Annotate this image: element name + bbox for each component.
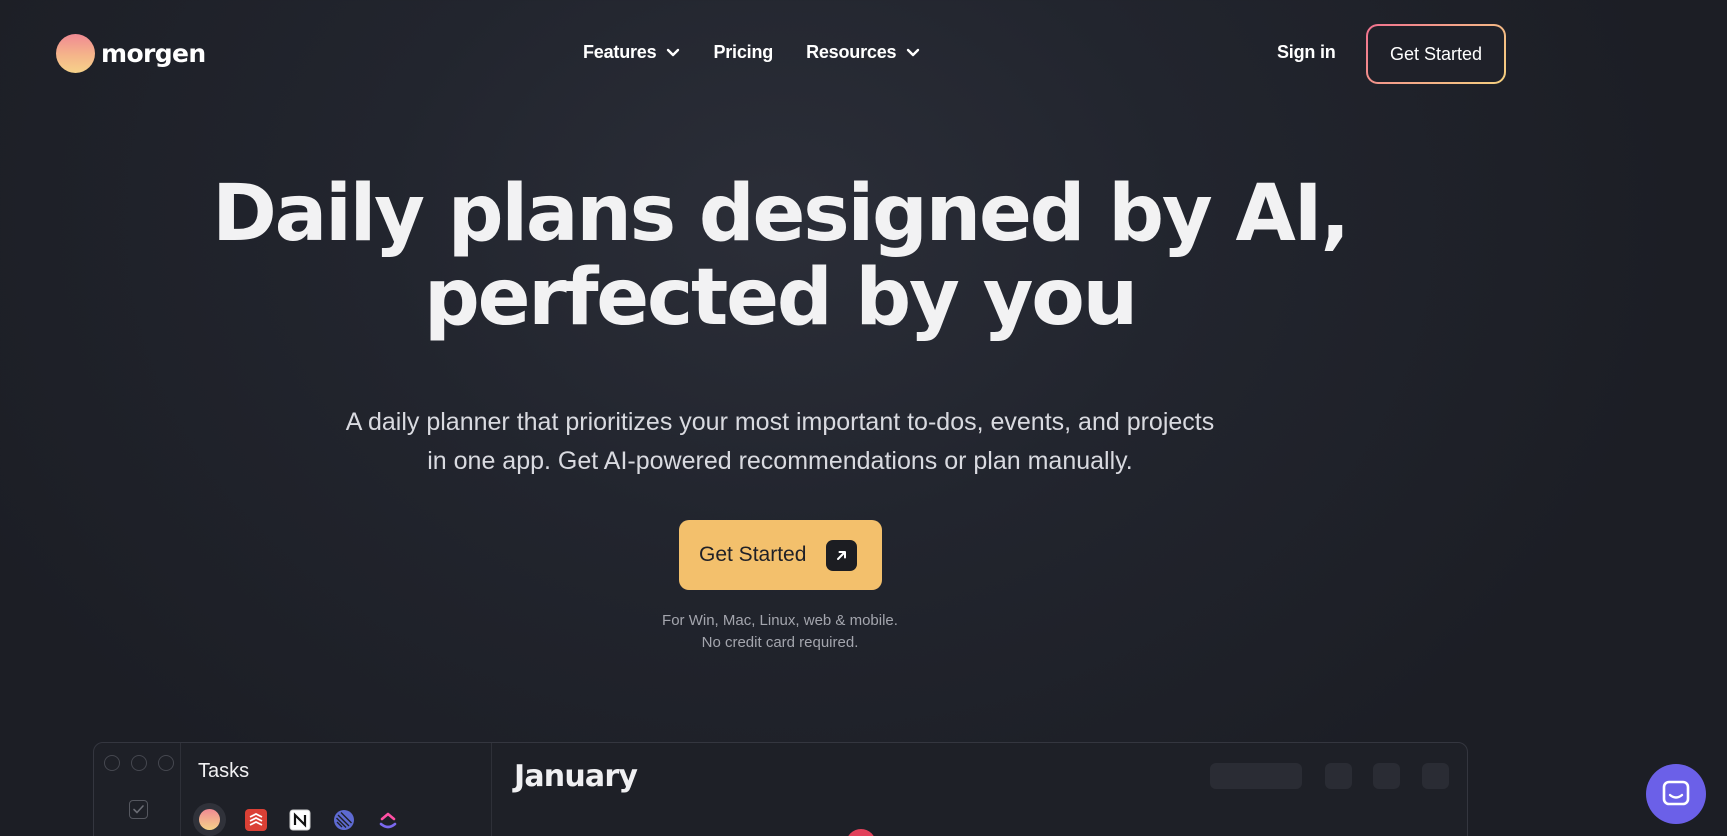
window-dot [158,755,174,771]
linear-icon[interactable] [329,805,358,834]
calendar-toolbar-placeholder [1325,763,1352,789]
sign-in-link[interactable]: Sign in [1277,42,1336,63]
todoist-icon[interactable] [241,805,270,834]
integration-icons [193,803,402,836]
checkbox-icon [129,800,148,819]
hero-title-line1: Daily plans designed by AI, [212,169,1350,259]
nav-resources-label: Resources [806,42,897,62]
current-time-marker [846,829,876,836]
hero-subtitle-line2: in one app. Get AI-powered recommendatio… [427,447,1133,475]
calendar-toolbar-placeholder [1210,763,1302,789]
window-dot [131,755,147,771]
preview-rail [94,743,181,836]
header-get-started-label: Get Started [1368,26,1504,82]
calendar-toolbar-placeholder [1373,763,1400,789]
tasks-panel: Tasks [181,743,492,836]
platform-note-line2: No credit card required. [701,634,859,651]
hero-title: Daily plans designed by AI, perfected by… [0,172,1560,340]
hero-get-started-label: Get Started [699,543,807,566]
morgen-logo-icon [56,34,95,73]
chevron-down-icon [907,48,920,56]
header-get-started-button[interactable]: Get Started [1366,24,1506,84]
arrow-up-right-icon [826,539,858,571]
platform-note-line1: For Win, Mac, Linux, web & mobile. [662,612,898,629]
nav-pricing[interactable]: Pricing [713,42,773,63]
nav-features[interactable]: Features [583,42,680,63]
chat-icon [1662,780,1690,806]
window-dot [104,755,120,771]
logo-text: morgen [101,39,206,68]
hero-subtitle: A daily planner that prioritizes your mo… [0,403,1560,481]
morgen-icon[interactable] [193,803,226,836]
platform-note: For Win, Mac, Linux, web & mobile. No cr… [0,610,1560,654]
notion-icon[interactable] [285,805,314,834]
tasks-title: Tasks [198,760,250,782]
chat-launcher-button[interactable] [1646,764,1706,824]
calendar-month-title: January [514,759,638,794]
window-controls [104,755,174,771]
hero-title-line2: perfected by you [423,253,1138,343]
nav-features-label: Features [583,42,657,62]
nav-pricing-label: Pricing [713,42,774,62]
hero-subtitle-line1: A daily planner that prioritizes your mo… [345,408,1215,436]
clickup-icon[interactable] [373,805,402,834]
calendar-toolbar-placeholder [1422,763,1449,789]
logo[interactable]: morgen [56,34,206,73]
nav-resources[interactable]: Resources [806,42,920,63]
hero-get-started-button[interactable]: Get Started [679,520,882,590]
chevron-down-icon [667,48,680,56]
app-preview: Tasks January [93,742,1468,836]
main-nav: Features Pricing Resources [583,42,920,63]
